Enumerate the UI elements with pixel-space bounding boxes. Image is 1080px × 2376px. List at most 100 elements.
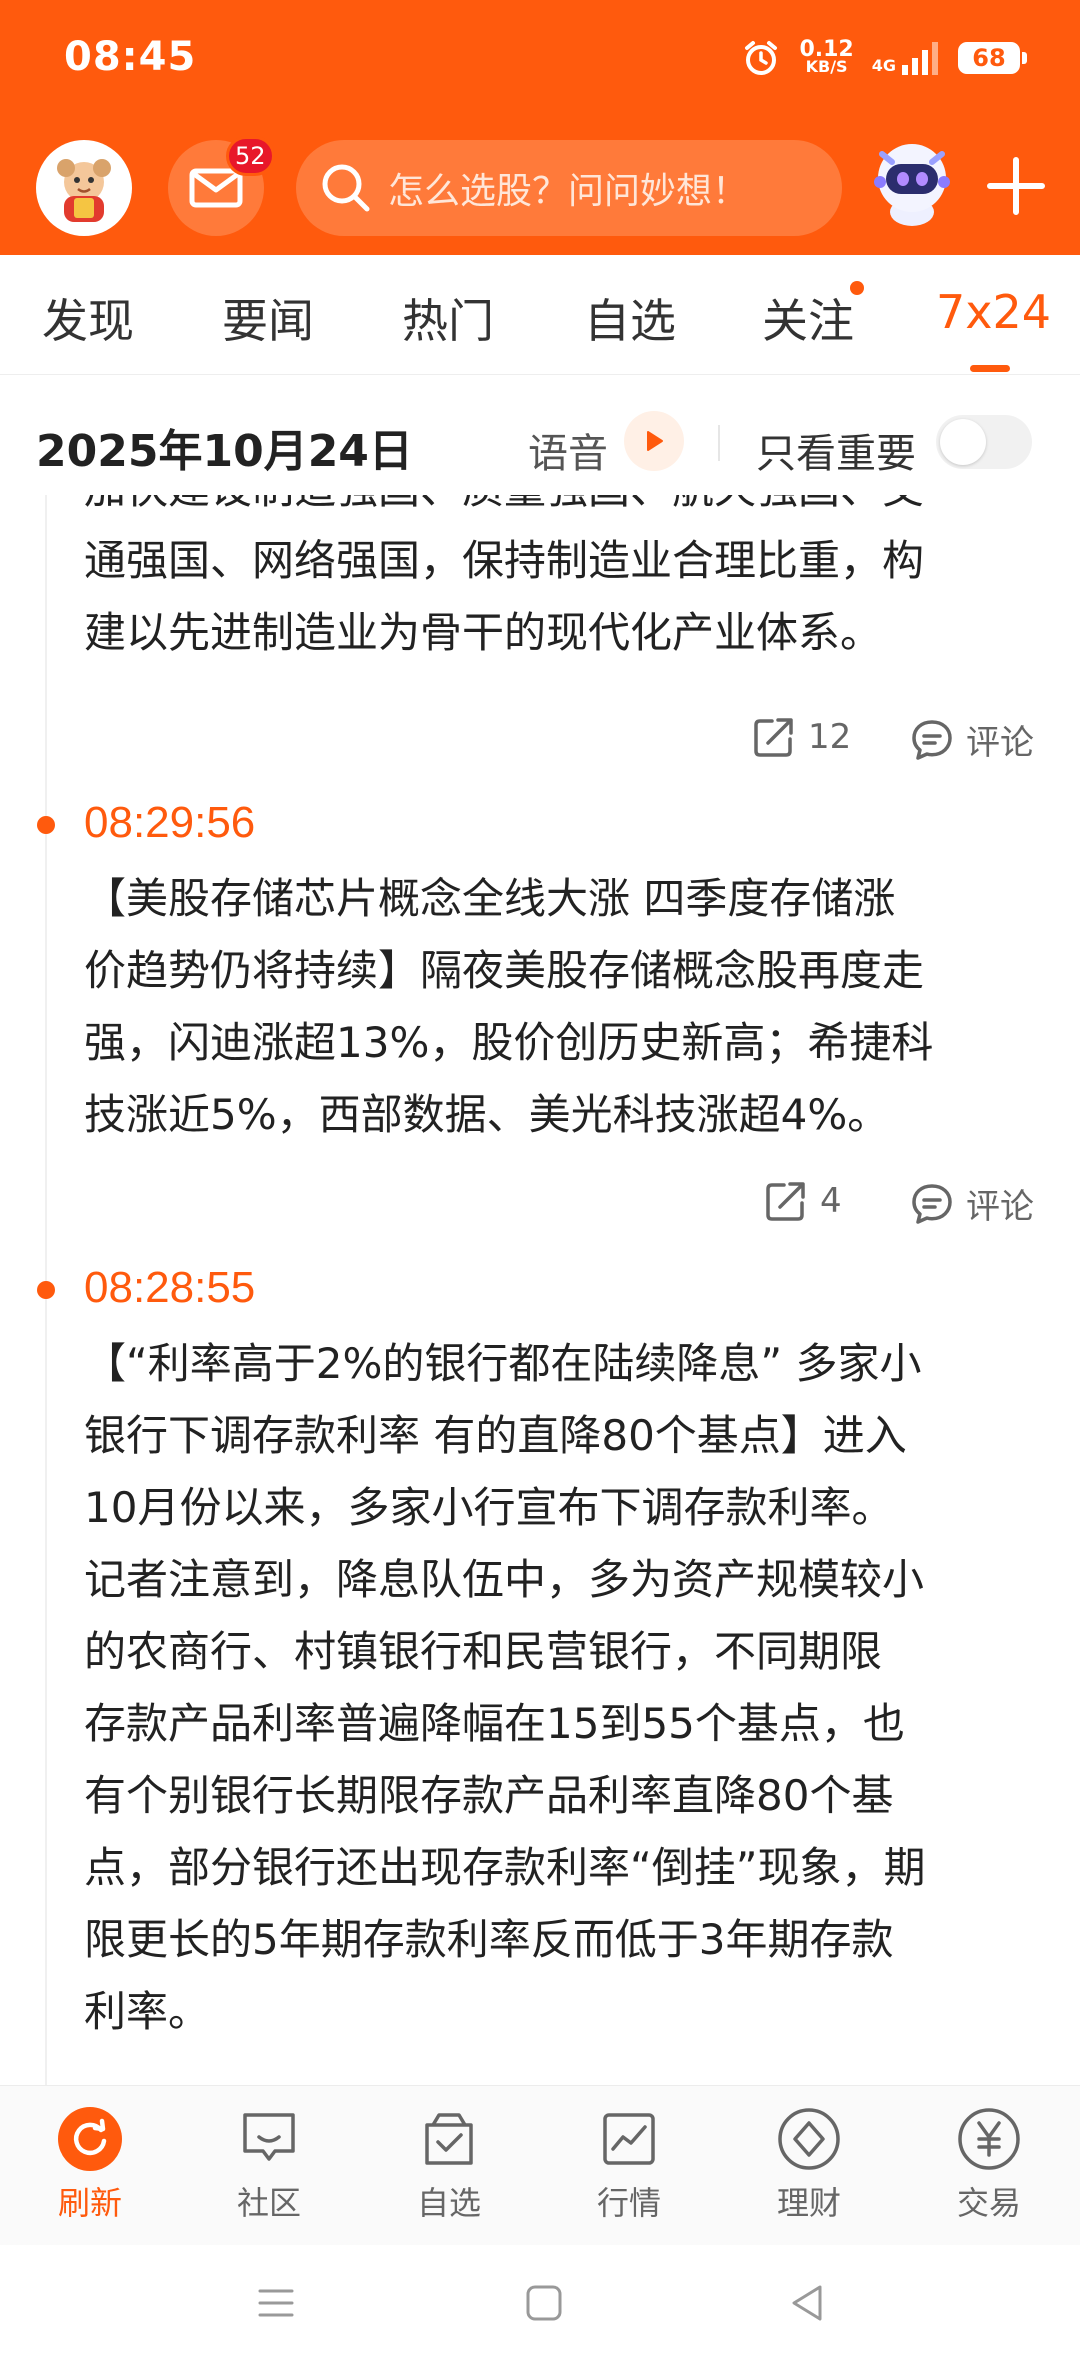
channel-tabs: 发现 要闻 热门 自选 关注 7x24 — [0, 255, 1080, 375]
tab-hot[interactable]: 热门 — [402, 285, 494, 351]
timeline-dot — [37, 816, 55, 834]
net-speed-value: 0.12 — [799, 37, 854, 62]
search-row: 52 怎么选股？问问妙想！ — [0, 136, 1080, 238]
search-placeholder: 怎么选股？问问妙想！ — [388, 171, 749, 212]
bottom-tab-bar: 刷新 社区 自选 行情 理财 交易 — [0, 2085, 1080, 2245]
comment-button[interactable]: 评论 — [910, 715, 1034, 764]
tab-discover[interactable]: 发现 — [42, 285, 134, 351]
news-item-body[interactable]: 【美股存储芯片概念全线大涨 四季度存储涨 价趋势仍将持续】隔夜美股存储概念股再度… — [84, 863, 1044, 1151]
news-item-partial-body[interactable]: 加快建设制造强国、质量强国、航天强国、交 通强国、网络强国，保持制造业合理比重，… — [84, 495, 1044, 669]
feed-date: 2025年10月24日 — [36, 426, 413, 477]
text-line: 记者注意到，降息队伍中，多为资产规模较小 — [84, 1555, 925, 1604]
tab-following-label: 关注 — [762, 294, 854, 348]
nav-label: 理财 — [776, 2184, 841, 2222]
app-header: 08:45 0.12 KB/S 4G 68 52 怎么选股？问问妙想！ — [0, 0, 1080, 255]
nav-label: 行情 — [596, 2184, 661, 2222]
share-button[interactable]: 12 — [752, 715, 851, 759]
divider — [718, 425, 720, 461]
ai-robot-icon[interactable] — [862, 132, 962, 232]
nav-market[interactable]: 行情 — [569, 2106, 689, 2224]
net-speed-unit: KB/S — [805, 57, 848, 76]
unread-dot — [850, 281, 864, 295]
text-line: 银行下调存款利率 有的直降80个基点】进入 — [84, 1411, 907, 1460]
nav-community[interactable]: 社区 — [209, 2106, 329, 2224]
text-line: 技涨近5%，西部数据、美光科技涨超4%。 — [84, 1090, 890, 1139]
comment-label: 评论 — [966, 723, 1034, 763]
text-line: 存款产品利率普遍降幅在15到55个基点，也 — [84, 1699, 905, 1748]
text-line: 10月份以来，多家小行宣布下调存款利率。 — [84, 1483, 894, 1532]
news-item-body[interactable]: 【“利率高于2%的银行都在陆续降息” 多家小 银行下调存款利率 有的直降80个基… — [84, 1328, 1044, 2048]
voice-label: 语音 — [528, 431, 608, 477]
back-icon[interactable] — [786, 2281, 830, 2325]
share-icon — [766, 1182, 805, 1221]
nav-label: 社区 — [236, 2184, 301, 2222]
signal-group: 4G — [872, 41, 940, 75]
nav-trade[interactable]: 交易 — [929, 2106, 1049, 2224]
system-navigation-bar — [0, 2245, 1080, 2376]
text-line: 价趋势仍将持续】隔夜美股存储概念股再度走 — [84, 946, 925, 995]
menu-icon[interactable] — [254, 2281, 298, 2325]
comment-icon — [912, 1183, 952, 1224]
nav-watchlist[interactable]: 自选 — [389, 2106, 509, 2224]
news-item-actions: 4 评论 — [0, 1179, 1080, 1239]
tab-watchlist[interactable]: 自选 — [584, 285, 676, 351]
net-speed: 0.12 KB/S — [799, 37, 854, 76]
avatar-mascot-icon — [57, 159, 111, 222]
yen-icon — [956, 2106, 1022, 2172]
text-line: 有个别银行长期限存款产品利率直降80个基 — [84, 1771, 894, 1820]
messages-badge: 52 — [226, 136, 275, 176]
text-line: 利率。 — [84, 1987, 211, 2036]
nav-label: 自选 — [416, 2184, 481, 2222]
text-line: 的农商行、村镇银行和民营银行，不同期限 — [84, 1627, 883, 1676]
signal-icon — [902, 42, 938, 75]
network-type: 4G — [871, 56, 896, 75]
text-line: 【“利率高于2%的银行都在陆续降息” 多家小 — [84, 1339, 922, 1388]
search-icon — [322, 164, 370, 212]
status-time: 08:45 — [64, 34, 197, 80]
battery-indicator: 68 — [958, 42, 1027, 74]
play-icon — [647, 431, 663, 451]
home-icon[interactable] — [522, 2281, 566, 2325]
chat-icon — [236, 2106, 302, 2172]
tab-7x24[interactable]: 7x24 — [936, 285, 1051, 339]
wealth-diamond-icon — [776, 2106, 842, 2172]
important-only-toggle[interactable] — [936, 415, 1032, 469]
comment-button[interactable]: 评论 — [910, 1179, 1034, 1228]
favorite-check-icon — [416, 2106, 482, 2172]
search-input[interactable]: 怎么选股？问问妙想！ — [296, 140, 842, 236]
text-line: 强，闪迪涨超13%，股价创历史新高；希捷科 — [84, 1018, 934, 1067]
share-icon — [754, 718, 793, 757]
status-bar: 08:45 0.12 KB/S 4G 68 — [0, 0, 1080, 120]
text-line: 【美股存储芯片概念全线大涨 四季度存储涨 — [84, 874, 896, 923]
market-chart-icon — [596, 2106, 662, 2172]
news-time: 08:28:55 — [84, 1263, 256, 1312]
news-feed: 加快建设制造强国、质量强国、航天强国、交 通强国、网络强国，保持制造业合理比重，… — [0, 495, 1080, 2085]
voice-play-button[interactable] — [624, 411, 684, 471]
text-line: 通强国、网络强国，保持制造业合理比重，构 — [84, 536, 925, 585]
tab-headlines[interactable]: 要闻 — [222, 285, 314, 351]
timeline-dot — [37, 1281, 55, 1299]
nav-wealth[interactable]: 理财 — [749, 2106, 869, 2224]
avatar[interactable] — [36, 140, 132, 236]
active-tab-indicator — [970, 365, 1010, 372]
alarm-icon — [745, 41, 778, 75]
news-time: 08:29:56 — [84, 798, 256, 847]
comment-label: 评论 — [966, 1187, 1034, 1227]
share-button[interactable]: 4 — [764, 1179, 842, 1223]
add-button[interactable] — [986, 156, 1046, 216]
nav-label: 交易 — [956, 2184, 1021, 2222]
refresh-icon — [57, 2106, 123, 2172]
status-icons: 0.12 KB/S 4G 68 — [741, 34, 1027, 82]
date-bar: 2025年10月24日 语音 只看重要 — [0, 385, 1080, 495]
important-only-label: 只看重要 — [756, 431, 916, 477]
news-item-actions: 12 评论 — [0, 715, 1080, 775]
mail-icon — [189, 168, 243, 208]
text-line: 建以先进制造业为骨干的现代化产业体系。 — [84, 608, 883, 657]
text-line: 限更长的5年期存款利率反而低于3年期存款 — [84, 1915, 894, 1964]
comment-icon — [912, 719, 952, 760]
share-count: 4 — [820, 1181, 842, 1221]
tab-following[interactable]: 关注 — [762, 281, 864, 351]
share-count: 12 — [808, 717, 852, 757]
nav-refresh[interactable]: 刷新 — [30, 2106, 150, 2224]
text-line: 点，部分银行还出现存款利率“倒挂”现象，期 — [84, 1843, 926, 1892]
